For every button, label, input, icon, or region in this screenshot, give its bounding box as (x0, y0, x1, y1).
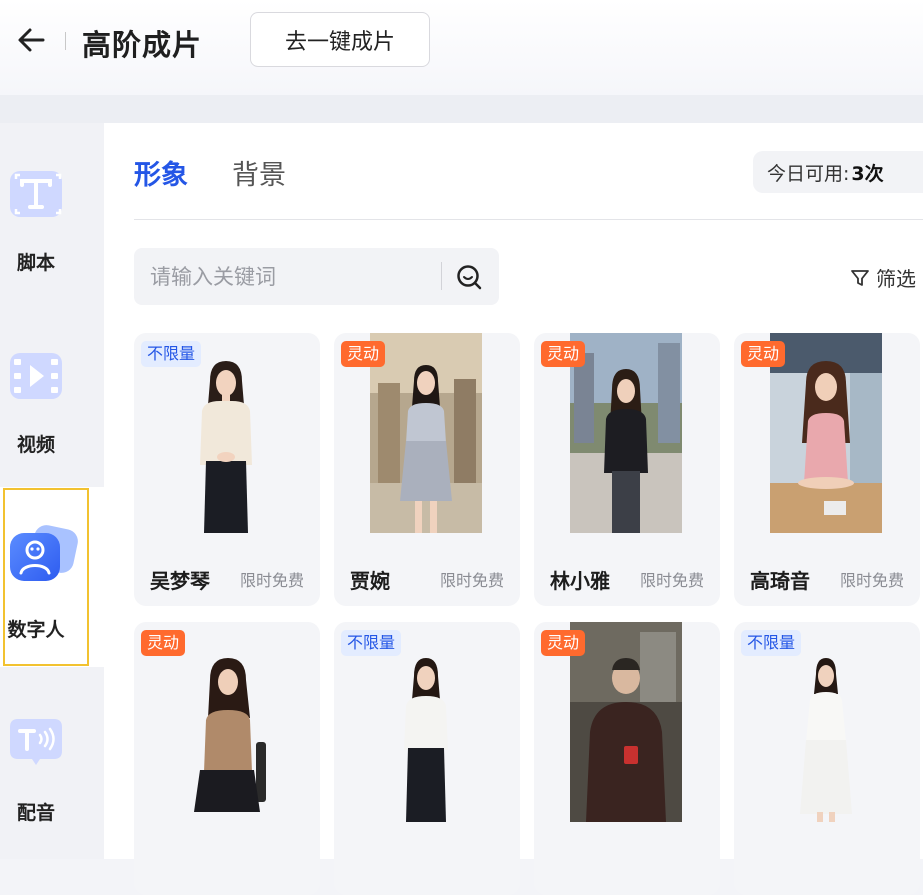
avatar-card[interactable]: 不限量 (334, 622, 520, 895)
header-band (0, 95, 923, 123)
avatar-name: 贾婉 (350, 569, 390, 593)
card-badge: 不限量 (341, 630, 402, 656)
sidebar-item-label: 脚本 (16, 252, 55, 274)
avatar-name: 林小雅 (550, 569, 610, 593)
search-icon[interactable] (452, 260, 486, 294)
search-input[interactable] (134, 248, 434, 305)
active-highlight-frame (3, 488, 89, 666)
avatar-card[interactable]: 灵动 (134, 622, 320, 895)
tab-divider (134, 219, 923, 220)
main-panel: 形象 背景 今日可用: 3次 筛选 不限量 吴梦琴 限时 (104, 123, 923, 895)
page-title: 高阶成片 (82, 28, 203, 62)
price-tag: 限时免费 (639, 571, 704, 590)
daily-quota-badge: 今日可用: 3次 (753, 151, 923, 193)
card-badge: 灵动 (541, 341, 586, 367)
avatar-photo (570, 333, 682, 533)
avatar-photo (370, 333, 482, 533)
top-header: 高阶成片 去一键成片 (0, 0, 923, 95)
quota-label: 今日可用: (767, 162, 850, 185)
card-badge: 灵动 (341, 341, 386, 367)
card-badge: 灵动 (741, 341, 786, 367)
search-box (134, 248, 499, 305)
avatar-name: 吴梦琴 (150, 569, 210, 593)
back-button[interactable] (14, 24, 48, 56)
filter-button[interactable]: 筛选 (850, 263, 916, 292)
avatar-card[interactable]: 灵动 (534, 622, 720, 895)
sidebar-item-voice[interactable]: 配音 (0, 671, 104, 851)
sidebar-item-script[interactable]: 脚本 (0, 123, 104, 303)
price-tag: 限时免费 (439, 571, 504, 590)
sidebar-item-label: 视频 (16, 434, 55, 456)
avatar-name: 高琦音 (750, 569, 810, 593)
voice-icon (10, 719, 62, 765)
tab-avatar[interactable]: 形象 (134, 153, 188, 192)
price-tag: 限时免费 (239, 571, 304, 590)
sidebar-item-label: 配音 (16, 802, 55, 824)
card-badge: 不限量 (741, 630, 802, 656)
filter-label: 筛选 (876, 267, 916, 291)
avatar-photo (770, 333, 882, 533)
card-badge: 灵动 (141, 630, 186, 656)
avatar-photo (570, 622, 682, 822)
oneclick-video-button[interactable]: 去一键成片 (250, 12, 430, 67)
avatar-card[interactable]: 灵动 贾婉 限时免费 (334, 333, 520, 606)
avatar-card[interactable]: 不限量 (734, 622, 920, 895)
price-tag: 限时免费 (839, 571, 904, 590)
search-separator (441, 262, 442, 290)
header-divider (65, 32, 66, 50)
quota-value: 3次 (851, 162, 884, 185)
filter-icon (851, 269, 869, 286)
avatar-card[interactable]: 灵动 林小雅 限时免费 (534, 333, 720, 606)
avatar-photo (170, 622, 282, 822)
card-badge: 不限量 (141, 341, 202, 367)
script-icon (10, 171, 62, 217)
card-badge: 灵动 (541, 630, 586, 656)
arrow-left-icon (18, 28, 45, 52)
avatar-card[interactable]: 不限量 吴梦琴 限时免费 (134, 333, 320, 606)
sidebar-item-video[interactable]: 视频 (0, 305, 104, 485)
avatar-card[interactable]: 灵动 高琦音 限时免费 (734, 333, 920, 606)
video-icon (10, 353, 62, 399)
tab-background[interactable]: 背景 (232, 153, 286, 192)
